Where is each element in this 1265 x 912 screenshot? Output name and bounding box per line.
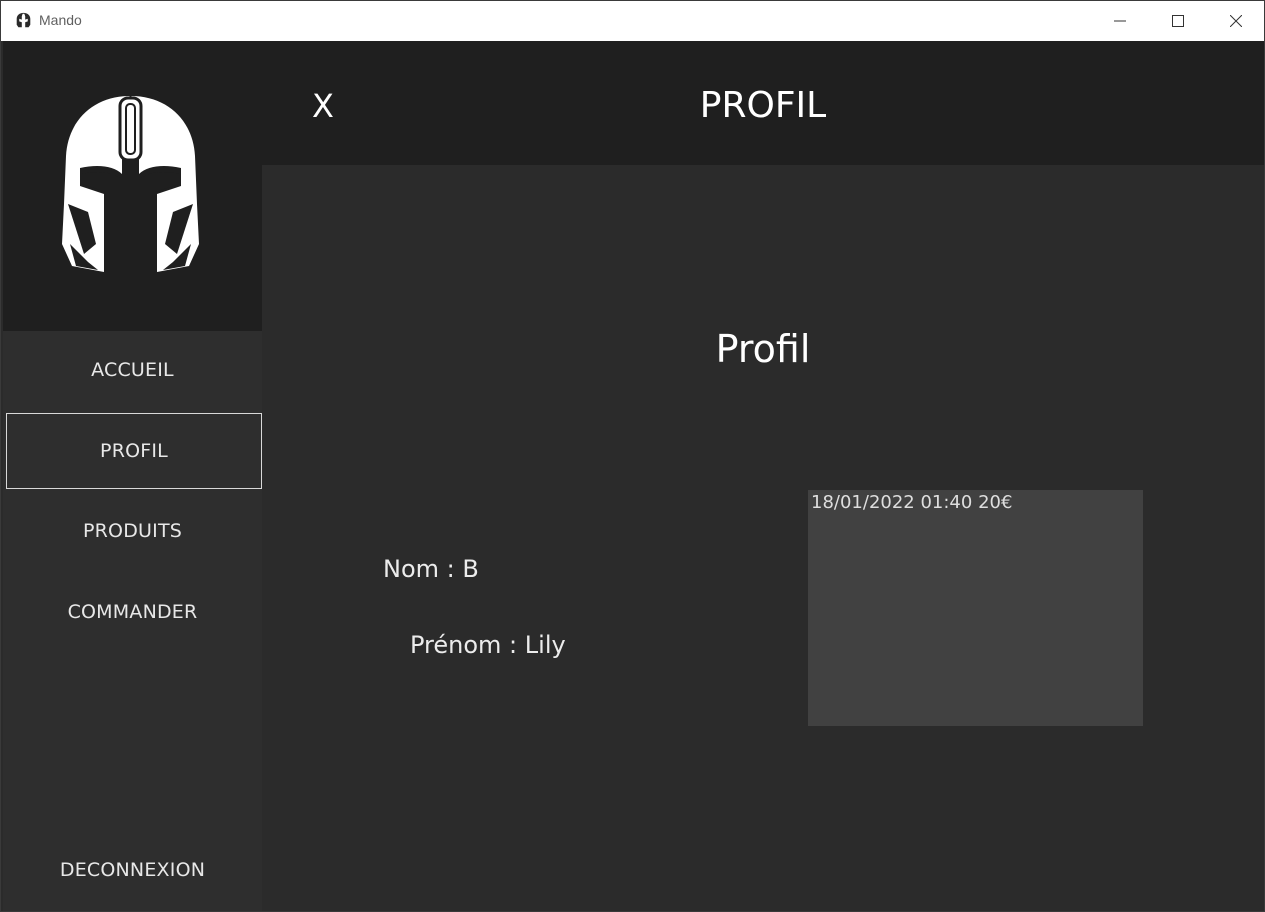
sidebar-item-produits[interactable]: PRODUITS [3, 520, 262, 550]
sidebar: ACCUEIL PROFIL PRODUITS COMMANDER DECONN… [3, 41, 262, 911]
section-title: Profil [715, 327, 811, 371]
maximize-button[interactable] [1149, 1, 1207, 41]
close-icon [1230, 15, 1242, 27]
logout-button[interactable]: DECONNEXION [3, 859, 262, 889]
minimize-button[interactable] [1091, 1, 1149, 41]
page-title: PROFIL [699, 85, 827, 126]
helmet-icon [16, 12, 31, 28]
sidebar-item-accueil[interactable]: ACCUEIL [3, 359, 262, 389]
title-bar: Mando [1, 1, 1264, 41]
sidebar-item-commander[interactable]: COMMANDER [3, 601, 262, 631]
close-window-button[interactable] [1207, 1, 1265, 41]
page-header: X PROFIL [262, 41, 1264, 165]
minimize-icon [1114, 20, 1126, 22]
profile-content: Profil Nom : B Prénom : Lily 18/01/2022 … [262, 165, 1264, 911]
profile-nom: Nom : B [383, 555, 479, 583]
mandalorian-helmet-logo [62, 96, 199, 274]
window-title: Mando [39, 12, 82, 28]
logo-area [3, 41, 262, 331]
app-window: Mando ACCUEIL PROFIL PRODUITS COMMANDER … [0, 0, 1265, 912]
orders-list[interactable]: 18/01/2022 01:40 20€ [808, 490, 1143, 726]
profile-prenom: Prénom : Lily [410, 631, 566, 659]
list-item[interactable]: 18/01/2022 01:40 20€ [811, 492, 1012, 513]
maximize-icon [1172, 15, 1184, 27]
sidebar-item-profil[interactable]: PROFIL [6, 413, 262, 489]
